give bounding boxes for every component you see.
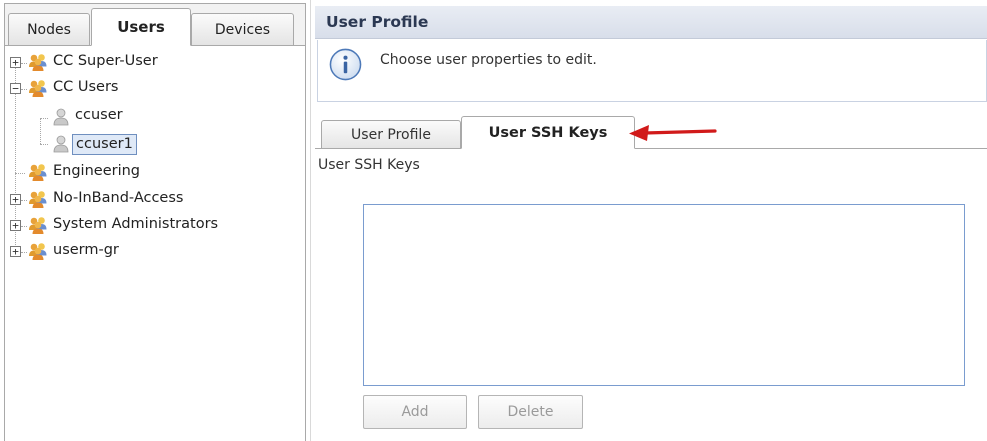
navigation-pane: Nodes Devices Users + CC Super-User − CC… [4,3,306,441]
info-message-box: Choose user properties to edit. [317,40,987,102]
ssh-keys-list[interactable] [363,204,965,386]
tree-item-label: CC Super-User [53,53,158,69]
tree-item-ccuser[interactable]: ccuser [5,107,305,129]
delete-button[interactable]: Delete [478,395,583,429]
panel-header: User Profile [315,6,987,39]
expand-icon[interactable]: + [10,220,21,231]
user-group-icon [29,191,47,208]
tab-user-profile[interactable]: User Profile [321,120,461,149]
user-group-icon [29,80,47,97]
user-group-icon [29,54,47,71]
tree-item-label: Engineering [53,163,140,179]
expand-icon[interactable]: + [10,57,21,68]
section-label-ssh-keys: User SSH Keys [318,157,420,173]
collapse-icon[interactable]: − [10,83,21,94]
tree-item-label: ccuser1 [72,134,137,155]
page-title: User Profile [326,13,429,31]
user-group-icon [29,164,47,181]
user-icon [53,135,69,153]
tree-item-label: userm-gr [53,242,119,258]
expand-icon[interactable]: + [10,194,21,205]
tab-nodes[interactable]: Nodes [8,13,90,46]
tree-item-label: CC Users [53,79,119,95]
tree-item-cc-super-user[interactable]: + CC Super-User [5,52,305,74]
tab-devices[interactable]: Devices [191,13,294,46]
tree-item-label: System Administrators [53,216,219,232]
tree-item-label: No-InBand-Access [53,190,184,206]
user-group-icon [29,243,47,260]
user-profile-panel: User Profile Choose user properties to e… [315,6,987,441]
add-button[interactable]: Add [363,395,467,429]
tree-item-userm-gr[interactable]: + userm-gr [5,241,305,263]
user-group-icon [29,217,47,234]
tree-item-label: ccuser [75,107,123,123]
user-icon [53,108,69,126]
tree-item-engineering[interactable]: Engineering [5,162,305,184]
tree-item-cc-users[interactable]: − CC Users [5,78,305,100]
pane-divider[interactable] [310,0,311,441]
tab-users[interactable]: Users [91,8,191,46]
expand-icon[interactable]: + [10,246,21,257]
tree-item-system-administrators[interactable]: + System Administrators [5,215,305,237]
left-tab-bar: Nodes Devices Users [5,4,305,46]
tab-user-ssh-keys[interactable]: User SSH Keys [461,116,635,149]
tree-item-ccuser1[interactable]: ccuser1 [5,134,305,156]
info-text: Choose user properties to edit. [380,52,597,68]
info-icon [329,48,362,81]
red-arrow-annotation [629,125,717,141]
tree-item-no-inband-access[interactable]: + No-InBand-Access [5,189,305,211]
